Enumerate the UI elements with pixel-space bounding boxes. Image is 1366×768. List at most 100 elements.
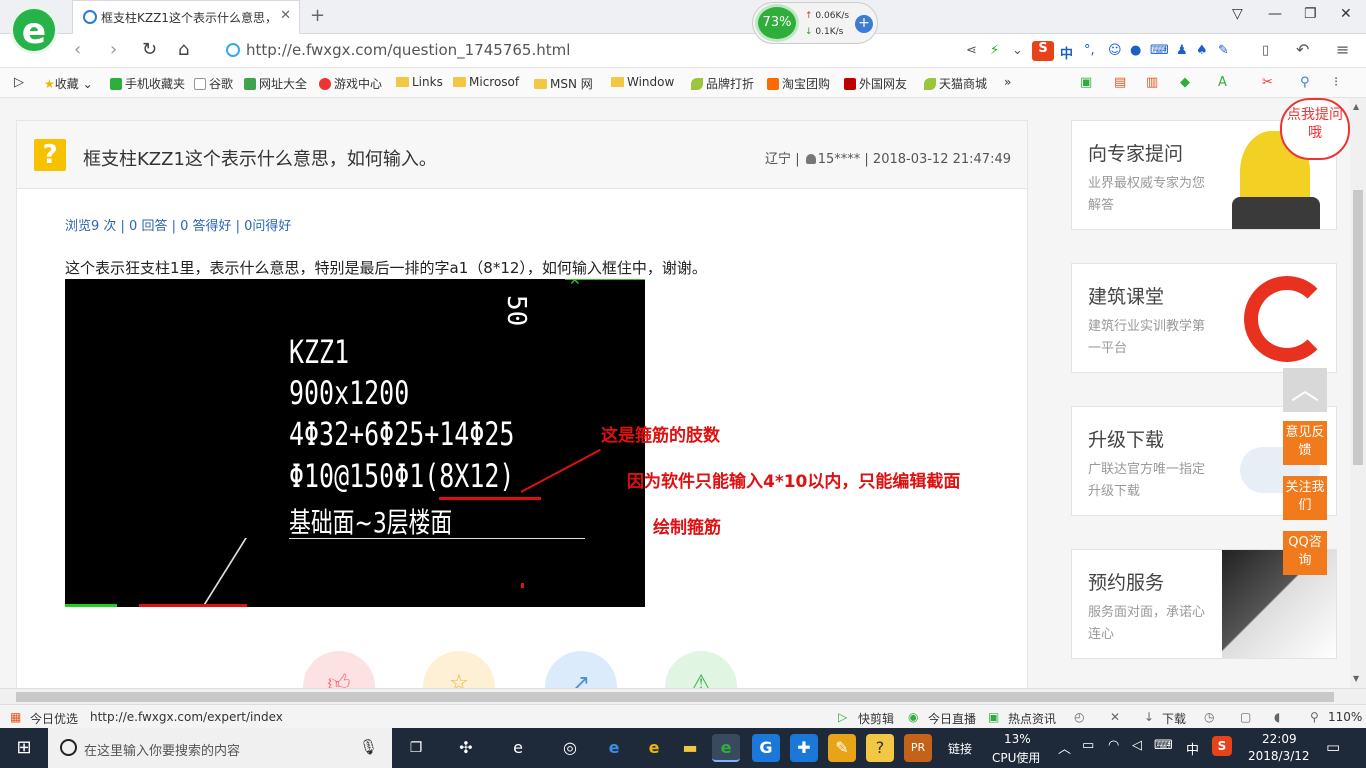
bookmark-microsoft[interactable]: Microsof — [453, 75, 519, 89]
help-app-icon[interactable]: ? — [866, 734, 894, 762]
bookmark-favorites[interactable]: ★收藏 ⌄ — [44, 75, 93, 92]
bookmark-tmall[interactable]: 天猫商城 — [924, 75, 987, 92]
status-item-download[interactable]: 下载 — [1162, 710, 1186, 727]
report-button[interactable]: ⚠ — [665, 651, 737, 688]
chrome-like-icon[interactable]: ◎ — [556, 734, 584, 762]
ime-indicator[interactable]: 中 — [1186, 739, 1199, 758]
question-stats[interactable]: 浏览9 次 | 0 回答 | 0 答得好 | 0问得好 — [65, 215, 291, 234]
notes-icon[interactable]: ✎ — [828, 734, 856, 762]
card-building-class[interactable]: 建筑课堂 建筑行业实训教学第一平台 — [1071, 263, 1337, 373]
ime-user-icon[interactable]: ♟ — [1176, 43, 1188, 58]
sogou-tray-icon[interactable]: S — [1212, 736, 1232, 756]
horizontal-scrollbar[interactable] — [0, 688, 1366, 704]
bookmark-taobao[interactable]: 淘宝团购 — [767, 75, 830, 92]
follow-button[interactable]: 关注我们 — [1283, 476, 1327, 520]
qq-consult-button[interactable]: QQ咨询 — [1283, 531, 1327, 575]
vertical-scrollbar[interactable]: ▲ ▼ — [1350, 98, 1366, 688]
taskbar-search-box[interactable]: 在这里输入你要搜索的内容 🎙︎ — [48, 728, 392, 768]
close-window-icon[interactable]: ✕ — [1340, 6, 1352, 22]
task-view-icon[interactable]: ❐ — [402, 734, 430, 762]
restore-icon[interactable]: ❐ — [1304, 6, 1317, 22]
clock-date[interactable]: 2018/3/12 — [1248, 749, 1310, 763]
dingtalk-icon[interactable]: ✚ — [790, 734, 818, 762]
window-icon[interactable]: ▢ — [1240, 710, 1251, 724]
lightning-icon[interactable]: ⚡ — [990, 43, 999, 58]
ime-voice-icon[interactable]: ● — [1130, 43, 1141, 58]
forward-icon[interactable]: › — [110, 39, 117, 60]
vertical-scroll-thumb[interactable] — [1353, 190, 1363, 465]
microphone-icon[interactable]: 🎙︎ — [359, 738, 378, 756]
bookmarks-more-icon[interactable]: » — [1004, 75, 1011, 89]
scissors-icon[interactable]: ✂ — [1262, 75, 1273, 90]
link-toolbar[interactable]: 链接 — [948, 740, 972, 757]
zoom-level[interactable]: 110% — [1328, 710, 1362, 724]
search-tool-icon[interactable]: ⚲ — [1300, 75, 1310, 90]
tray-expand-icon[interactable]: ︿ — [1058, 738, 1071, 757]
bookmark-hao[interactable]: 网址大全 — [244, 75, 307, 92]
internet-explorer-icon[interactable]: e — [640, 734, 668, 762]
tab-close-icon[interactable]: ✕ — [280, 8, 291, 23]
bookmark-mobile[interactable]: 手机收藏夹 — [110, 75, 185, 92]
history-icon[interactable]: ◷ — [1204, 710, 1214, 724]
horizontal-scroll-thumb[interactable] — [16, 692, 1334, 702]
network-speed-widget[interactable]: 73% ↑ 0.06K/s ↓ 0.1K/s + — [752, 2, 878, 44]
speed-icon[interactable]: ◴ — [1074, 710, 1084, 724]
status-item-news[interactable]: 热点资讯 — [1008, 710, 1056, 727]
home-icon[interactable]: ⌂ — [178, 39, 189, 60]
share-button[interactable]: ↗ — [545, 651, 617, 688]
shield-icon[interactable]: ◆ — [1180, 75, 1190, 90]
refresh-icon[interactable]: ↻ — [142, 39, 157, 60]
keyboard-icon[interactable]: ⌨ — [1154, 738, 1173, 753]
ask-bubble-button[interactable]: 点我提问哦 — [1280, 98, 1350, 160]
bookmark-games[interactable]: 游戏中心 — [319, 75, 382, 92]
bookmark-msn[interactable]: MSN 网 — [534, 75, 593, 92]
tools-icon[interactable]: ✕ — [1110, 710, 1120, 724]
scroll-down-icon[interactable]: ▼ — [1353, 674, 1359, 683]
dropdown-icon[interactable]: ⌄ — [1012, 43, 1023, 58]
question-user[interactable]: 15**** — [818, 152, 861, 167]
clock-time[interactable]: 22:09 — [1262, 732, 1297, 746]
ime-skin-icon[interactable]: ♠ — [1196, 43, 1208, 58]
bookmark-brand[interactable]: 品牌打折 — [691, 75, 754, 92]
status-item-clip[interactable]: 快剪辑 — [858, 710, 894, 727]
share-icon[interactable]: ⋖ — [966, 43, 977, 58]
edge-icon[interactable]: e — [600, 734, 628, 762]
favorite-button[interactable]: ☆ — [423, 651, 495, 688]
tv-icon[interactable]: ▤ — [1114, 75, 1126, 90]
ime-language[interactable]: 中 — [1060, 43, 1073, 62]
ime-tools-icon[interactable]: ✎ — [1218, 43, 1229, 58]
accelerate-plus-icon[interactable]: + — [855, 15, 873, 33]
discount-icon[interactable]: ▥ — [1146, 75, 1158, 90]
fan-app-icon[interactable]: ✣ — [452, 734, 480, 762]
menu-icon[interactable]: ≡ — [1336, 40, 1349, 59]
bookmark-foreign[interactable]: 外国网友 — [844, 75, 907, 92]
office-app-icon[interactable]: PR — [904, 734, 932, 762]
translate-icon[interactable]: A — [1218, 75, 1227, 90]
windows-start-icon[interactable]: ⊞ — [0, 728, 48, 768]
reading-icon[interactable]: ▯ — [1262, 43, 1269, 58]
status-item-live[interactable]: 今日直播 — [928, 710, 976, 727]
g-app-icon[interactable]: G — [752, 734, 780, 762]
today-picks[interactable]: 今日优选 — [30, 710, 78, 727]
ie-e-icon[interactable]: e — [504, 734, 532, 762]
sidebar-toggle-icon[interactable]: ▷ — [14, 75, 24, 90]
volume-icon[interactable]: ◁ — [1132, 738, 1142, 753]
like-button[interactable]: 👍︎ — [303, 651, 375, 688]
360-browser-icon[interactable]: e — [712, 734, 740, 762]
back-icon[interactable]: ‹ — [74, 39, 81, 60]
wifi-icon[interactable]: ◠ — [1108, 738, 1119, 753]
shirt-icon[interactable]: ▽ — [1232, 6, 1243, 22]
zoom-icon[interactable]: ⚲ — [1310, 710, 1319, 724]
reader-icon[interactable]: ▣ — [1080, 75, 1092, 90]
browser-tab[interactable]: 框支柱KZZ1这个表示什么意思， ✕ — [72, 0, 300, 34]
feedback-button[interactable]: 意见反馈 — [1283, 421, 1327, 465]
new-tab-button[interactable]: + — [310, 5, 325, 26]
sound-icon[interactable]: ◖ — [1274, 710, 1280, 724]
ime-emoji-icon[interactable]: ☺ — [1108, 43, 1122, 58]
back-to-top-icon[interactable]: ︿ — [1283, 368, 1327, 412]
scroll-up-icon[interactable]: ▲ — [1353, 102, 1359, 111]
minimize-icon[interactable]: — — [1268, 6, 1282, 22]
sogou-ime-icon[interactable]: S — [1032, 41, 1054, 61]
ime-keyboard-icon[interactable]: ⌨ — [1150, 43, 1169, 58]
bookmark-windows[interactable]: Window — [611, 75, 674, 89]
